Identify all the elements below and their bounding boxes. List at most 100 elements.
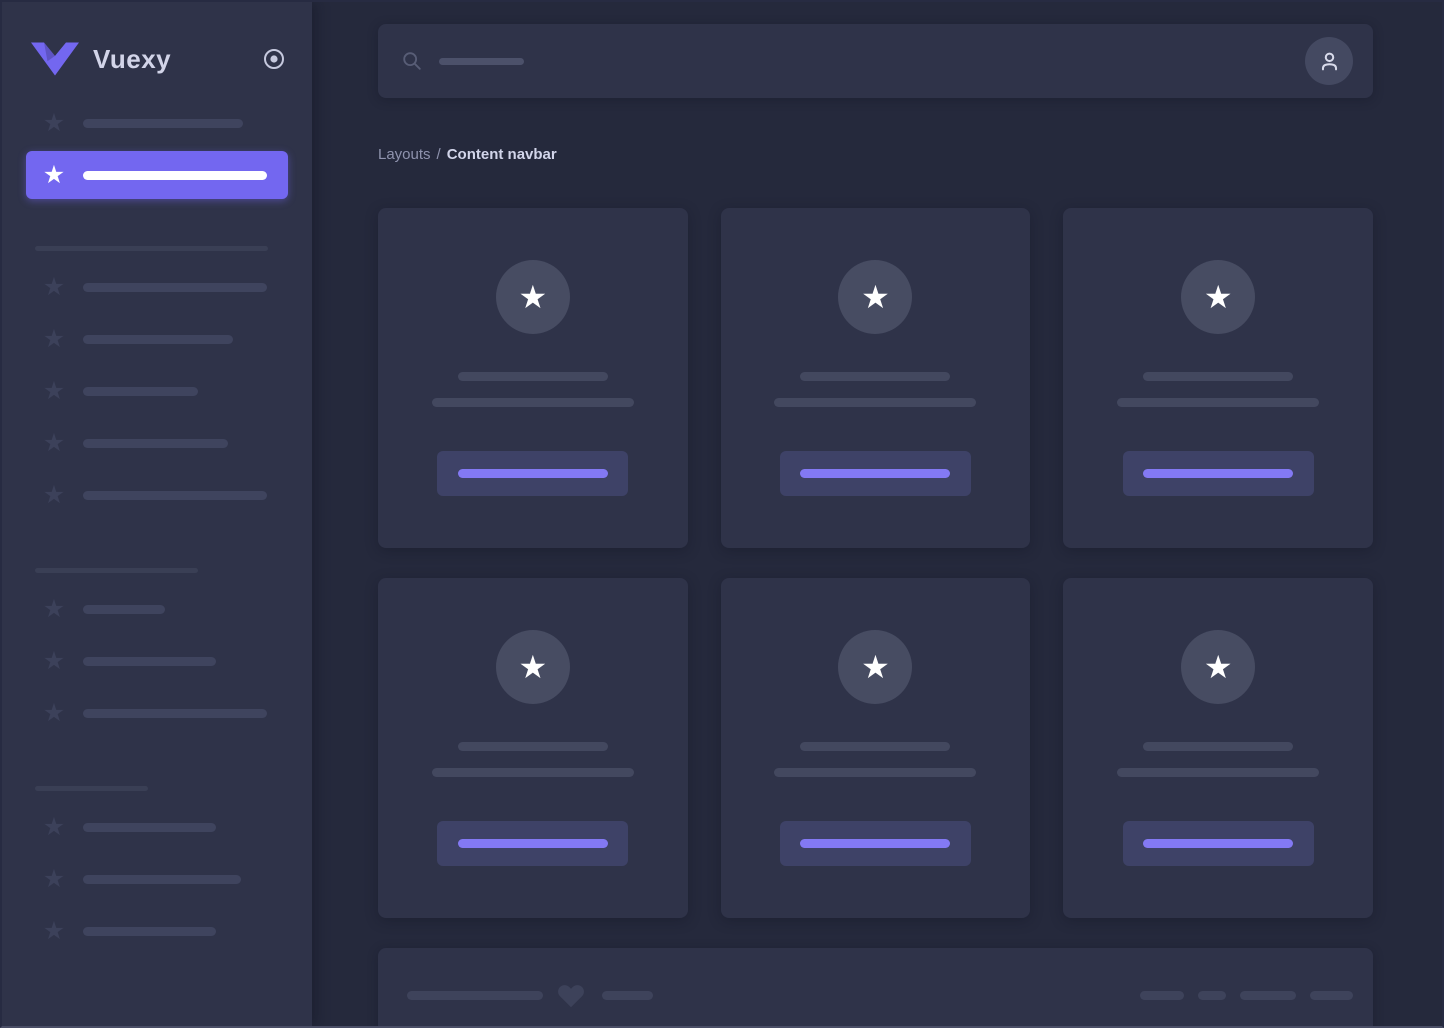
content-card: ★ — [721, 208, 1031, 548]
menu-label-skeleton — [83, 335, 233, 344]
card-avatar: ★ — [1181, 630, 1255, 704]
menu-label-skeleton — [83, 491, 267, 500]
heart-icon — [556, 980, 586, 1010]
sidebar-menu: ★ ★ ★ ★ ★ ★ ★ ★ ★ ★ ★ ★ ★ — [2, 82, 312, 957]
card-title-skeleton — [458, 372, 608, 381]
sidebar-item-active[interactable]: ★ — [26, 151, 288, 199]
card-button[interactable] — [780, 821, 971, 866]
breadcrumb-current: Content navbar — [447, 146, 557, 163]
card-avatar: ★ — [838, 260, 912, 334]
card-text-skeleton — [432, 768, 634, 777]
menu-section-divider — [35, 568, 198, 573]
sidebar-item[interactable]: ★ — [26, 583, 288, 635]
card-text-skeleton — [774, 398, 976, 407]
star-icon: ★ — [42, 379, 66, 404]
button-label-skeleton — [1143, 839, 1293, 848]
card-button[interactable] — [437, 821, 628, 866]
button-label-skeleton — [800, 469, 950, 478]
card-avatar: ★ — [496, 630, 570, 704]
star-icon: ★ — [42, 163, 66, 188]
star-icon: ★ — [42, 431, 66, 456]
star-icon: ★ — [42, 867, 66, 892]
search-icon[interactable] — [401, 50, 423, 72]
star-icon: ★ — [42, 919, 66, 944]
content-card: ★ — [1063, 208, 1373, 548]
sidebar-item[interactable]: ★ — [26, 687, 288, 739]
sidebar-item[interactable]: ★ — [26, 261, 288, 313]
star-icon: ★ — [861, 651, 890, 683]
star-icon: ★ — [42, 483, 66, 508]
button-label-skeleton — [458, 839, 608, 848]
menu-label-skeleton — [83, 283, 267, 292]
sidebar-item[interactable]: ★ — [26, 97, 288, 149]
content-card: ★ — [378, 208, 688, 548]
menu-label-skeleton — [83, 605, 165, 614]
app-window: Vuexy ★ ★ ★ ★ ★ ★ ★ ★ ★ ★ ★ ★ ★ — [0, 0, 1444, 1028]
sidebar-item[interactable]: ★ — [26, 905, 288, 957]
star-icon: ★ — [861, 281, 890, 313]
breadcrumb-section[interactable]: Layouts — [378, 146, 431, 163]
app-title: Vuexy — [93, 44, 171, 75]
sidebar-item[interactable]: ★ — [26, 313, 288, 365]
card-button[interactable] — [1123, 821, 1314, 866]
star-icon: ★ — [518, 281, 547, 313]
card-text-skeleton — [1117, 768, 1319, 777]
card-title-skeleton — [800, 742, 950, 751]
card-title-skeleton — [1143, 372, 1293, 381]
footer-link-skeleton — [1310, 991, 1353, 1000]
menu-pin-icon[interactable] — [262, 47, 286, 71]
search-placeholder-skeleton — [439, 58, 524, 65]
star-icon: ★ — [518, 651, 547, 683]
sidebar-item[interactable]: ★ — [26, 853, 288, 905]
card-title-skeleton — [458, 742, 608, 751]
content-card: ★ — [721, 578, 1031, 918]
sidebar: Vuexy ★ ★ ★ ★ ★ ★ ★ ★ ★ ★ ★ ★ ★ — [2, 2, 312, 1026]
star-icon: ★ — [42, 597, 66, 622]
star-icon: ★ — [42, 815, 66, 840]
footer-links — [1140, 991, 1353, 1000]
breadcrumb-separator: / — [437, 146, 441, 163]
star-icon: ★ — [42, 701, 66, 726]
sidebar-item[interactable]: ★ — [26, 365, 288, 417]
card-avatar: ★ — [838, 630, 912, 704]
footer-link-skeleton — [1198, 991, 1226, 1000]
star-icon: ★ — [42, 327, 66, 352]
menu-label-skeleton — [83, 927, 216, 936]
button-label-skeleton — [458, 469, 608, 478]
card-grid: ★ ★ ★ — [378, 208, 1373, 918]
star-icon: ★ — [42, 275, 66, 300]
star-icon: ★ — [1204, 281, 1233, 313]
footer-text-skeleton — [602, 991, 653, 1000]
star-icon: ★ — [42, 649, 66, 674]
sidebar-item[interactable]: ★ — [26, 635, 288, 687]
card-avatar: ★ — [1181, 260, 1255, 334]
user-avatar[interactable] — [1305, 37, 1353, 85]
footer-row — [407, 980, 1353, 1010]
content-card: ★ — [378, 578, 688, 918]
star-icon: ★ — [1204, 651, 1233, 683]
card-button[interactable] — [1123, 451, 1314, 496]
menu-label-skeleton — [83, 709, 267, 718]
sidebar-item[interactable]: ★ — [26, 417, 288, 469]
button-label-skeleton — [1143, 469, 1293, 478]
menu-label-skeleton — [83, 875, 241, 884]
menu-label-skeleton — [83, 823, 216, 832]
menu-label-skeleton — [83, 387, 198, 396]
vuexy-logo-icon — [31, 42, 79, 76]
sidebar-item[interactable]: ★ — [26, 801, 288, 853]
menu-label-skeleton — [83, 171, 267, 180]
card-text-skeleton — [774, 768, 976, 777]
footer-link-skeleton — [1240, 991, 1296, 1000]
card-button[interactable] — [437, 451, 628, 496]
footer-text-skeleton — [407, 991, 543, 1000]
card-button[interactable] — [780, 451, 971, 496]
button-label-skeleton — [800, 839, 950, 848]
menu-section-divider — [35, 786, 148, 791]
menu-section-divider — [35, 246, 268, 251]
menu-label-skeleton — [83, 439, 228, 448]
card-title-skeleton — [1143, 742, 1293, 751]
footer-card — [378, 948, 1373, 1028]
menu-label-skeleton — [83, 119, 243, 128]
sidebar-item[interactable]: ★ — [26, 469, 288, 521]
card-avatar: ★ — [496, 260, 570, 334]
